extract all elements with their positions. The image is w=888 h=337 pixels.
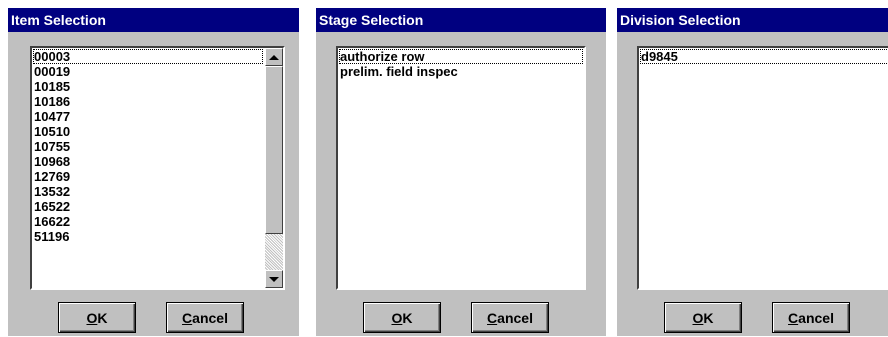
dialog-title: Item Selection <box>8 8 299 32</box>
cancel-button[interactable]: Cancel <box>772 302 850 333</box>
stage-selection-dialog: Stage Selection authorize row prelim. fi… <box>316 8 606 336</box>
scroll-down-button[interactable] <box>265 270 283 288</box>
division-listbox[interactable]: d9845 <box>637 46 888 290</box>
dialog-title: Stage Selection <box>316 8 606 32</box>
cancel-label-rest: ancel <box>798 309 834 326</box>
scroll-up-arrow-icon <box>269 54 279 60</box>
list-item[interactable]: 00003 <box>33 49 263 64</box>
cancel-button[interactable]: Cancel <box>471 302 549 333</box>
ok-label-rest: K <box>703 309 714 326</box>
cancel-button[interactable]: Cancel <box>166 302 244 333</box>
ok-button[interactable]: OK <box>58 302 136 333</box>
ok-label-rest: K <box>402 309 413 326</box>
list-item[interactable]: 13532 <box>33 184 263 199</box>
cancel-label-rest: ancel <box>192 309 228 326</box>
scroll-thumb[interactable] <box>265 66 283 234</box>
vertical-scrollbar[interactable] <box>265 48 283 288</box>
list-item[interactable]: prelim. field inspec <box>339 64 583 79</box>
ok-mnemonic: O <box>692 309 704 326</box>
list-item[interactable]: d9845 <box>640 49 888 64</box>
item-selection-dialog: Item Selection 00003 00019 10185 10186 1… <box>8 8 299 336</box>
cancel-label-rest: ancel <box>497 309 533 326</box>
dialog-title: Division Selection <box>617 8 888 32</box>
cancel-mnemonic: C <box>487 309 498 326</box>
list-item[interactable]: 10510 <box>33 124 263 139</box>
list-item[interactable]: 16522 <box>33 199 263 214</box>
list-item[interactable]: 10968 <box>33 154 263 169</box>
list-item[interactable]: 16622 <box>33 214 263 229</box>
item-listbox[interactable]: 00003 00019 10185 10186 10477 10510 1075… <box>30 46 285 290</box>
list-item[interactable]: 51196 <box>33 229 263 244</box>
division-selection-dialog: Division Selection d9845 OK Cancel <box>617 8 888 336</box>
list-item[interactable]: 00019 <box>33 64 263 79</box>
list-item[interactable]: 10755 <box>33 139 263 154</box>
list-item[interactable]: authorize row <box>339 49 583 64</box>
ok-button[interactable]: OK <box>363 302 441 333</box>
list-item[interactable]: 10186 <box>33 94 263 109</box>
list-item[interactable]: 10477 <box>33 109 263 124</box>
cancel-mnemonic: C <box>182 309 193 326</box>
scroll-down-arrow-icon <box>269 276 279 282</box>
ok-label-rest: K <box>97 309 108 326</box>
list-item[interactable]: 12769 <box>33 169 263 184</box>
ok-mnemonic: O <box>391 309 403 326</box>
cancel-mnemonic: C <box>788 309 799 326</box>
scroll-up-button[interactable] <box>265 48 283 66</box>
list-item[interactable]: 10185 <box>33 79 263 94</box>
ok-mnemonic: O <box>86 309 98 326</box>
stage-listbox[interactable]: authorize row prelim. field inspec <box>336 46 586 290</box>
ok-button[interactable]: OK <box>664 302 742 333</box>
